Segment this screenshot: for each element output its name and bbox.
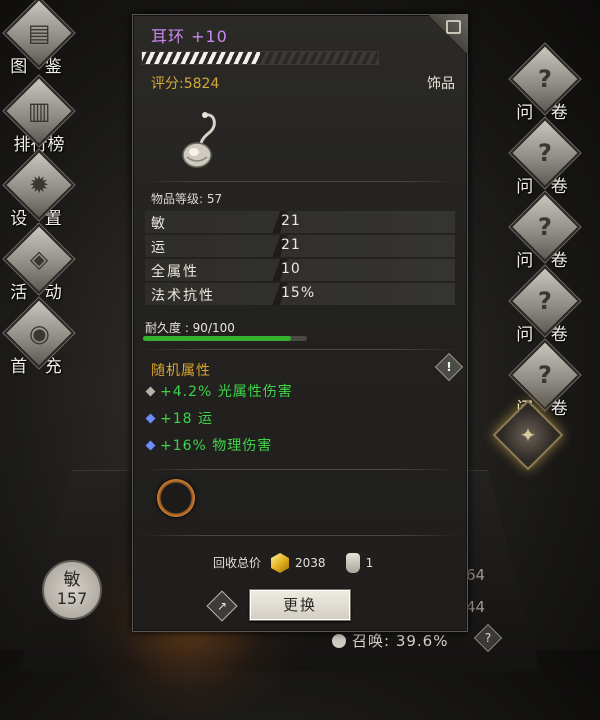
enhance-progress-fill xyxy=(142,52,260,64)
stat-value: 21 xyxy=(281,237,301,253)
divider xyxy=(141,469,459,470)
summon-text: 召唤: 39.6% xyxy=(352,632,449,650)
stat-row: 全属性 10 xyxy=(145,259,455,281)
replace-button[interactable]: 更换 xyxy=(249,589,351,621)
affix-text: +18 运 xyxy=(160,411,213,427)
item-detail-panel: 耳环 +10 评分:5824 饰品 物品等级: 57 敏 21 运 21 全属性… xyxy=(132,14,468,632)
info-symbol: ! xyxy=(446,360,452,374)
gold-crystal-icon xyxy=(271,553,290,573)
help-icon: ? xyxy=(484,631,492,645)
enhance-progress-bar xyxy=(141,51,379,65)
affix-line: +16% 物理伤害 xyxy=(145,435,273,455)
recycle-value: 回收总价 2038 1 xyxy=(213,553,373,573)
summon-rate: 召唤: 39.6% xyxy=(332,630,448,651)
menu-survey-4[interactable]: ? 问 卷 xyxy=(509,265,581,345)
bottle-value: 1 xyxy=(365,556,374,570)
stat-value: 21 xyxy=(281,213,301,229)
affix-line: +18 运 xyxy=(145,408,213,428)
divider xyxy=(141,181,459,182)
recycle-label: 回收总价 xyxy=(213,556,262,570)
durability-bar xyxy=(143,336,307,341)
menu-survey-1[interactable]: ? 问 卷 xyxy=(509,43,581,123)
info-icon[interactable]: ! xyxy=(434,352,464,382)
stat-value: 15% xyxy=(281,285,316,301)
stat-row: 运 21 xyxy=(145,235,455,257)
stat-row: 法术抗性 15% xyxy=(145,283,455,305)
gem-icon xyxy=(145,386,156,397)
item-level: 物品等级: 57 xyxy=(151,192,223,206)
lock-icon[interactable] xyxy=(446,20,461,34)
share-icon: ↗ xyxy=(216,599,228,613)
menu-codex[interactable]: ▤ 图 鉴 xyxy=(3,0,75,77)
gem-icon xyxy=(145,440,156,451)
stat-badge-value: 157 xyxy=(56,589,88,608)
affix-text: +4.2% 光属性伤害 xyxy=(160,384,293,400)
gem-icon xyxy=(145,413,156,424)
menu-first-recharge[interactable]: ◉ 首 充 xyxy=(3,297,75,377)
menu-settings[interactable]: ✹ 设 置 xyxy=(3,149,75,229)
background-number: 64 xyxy=(466,566,486,584)
stat-name: 全属性 xyxy=(151,264,199,280)
agility-stat-badge: 敏 157 xyxy=(42,560,102,620)
menu-ranking[interactable]: ▥ 排行榜 xyxy=(3,75,75,155)
menu-survey-2[interactable]: ? 问 卷 xyxy=(509,117,581,197)
divider xyxy=(141,535,459,536)
item-score: 评分:5824 xyxy=(151,76,220,92)
durability-fill xyxy=(143,336,291,341)
potion-bottle-icon xyxy=(345,553,360,573)
earring-icon xyxy=(182,112,216,168)
stat-name: 运 xyxy=(151,240,167,256)
stat-row: 敏 21 xyxy=(145,211,455,233)
background-number: 44 xyxy=(466,598,486,616)
menu-survey-3[interactable]: ? 问 卷 xyxy=(509,191,581,271)
item-title: 耳环 +10 xyxy=(151,27,228,46)
affix-line: +4.2% 光属性伤害 xyxy=(145,381,293,401)
divider xyxy=(141,349,459,350)
item-category: 饰品 xyxy=(427,76,455,92)
random-attributes-title: 随机属性 xyxy=(151,363,211,379)
summon-icon xyxy=(332,634,346,648)
gem-socket[interactable] xyxy=(157,479,195,517)
stat-name: 敏 xyxy=(151,216,167,232)
stat-name: 法术抗性 xyxy=(151,288,215,304)
menu-events[interactable]: ◈ 活 动 xyxy=(3,223,75,303)
stat-badge-name: 敏 xyxy=(63,570,81,590)
durability-label: 耐久度 : 90/100 xyxy=(145,321,235,335)
stat-value: 10 xyxy=(281,261,301,277)
affix-text: +16% 物理伤害 xyxy=(160,438,273,454)
gold-value: 2038 xyxy=(295,556,326,570)
share-button[interactable]: ↗ xyxy=(206,590,238,622)
